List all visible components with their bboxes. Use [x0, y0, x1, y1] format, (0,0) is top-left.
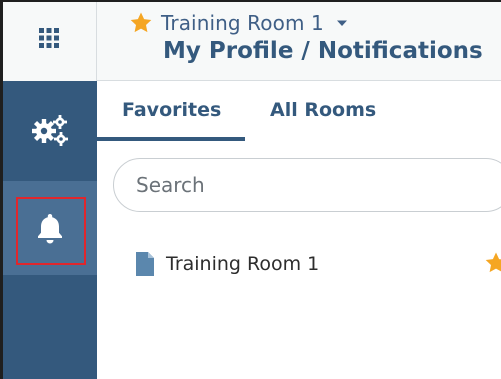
list-item[interactable]: Training Room 1	[134, 249, 319, 279]
sidebar	[3, 81, 97, 379]
favorite-star-icon[interactable]	[484, 251, 501, 275]
sidebar-item-notifications[interactable]	[3, 181, 97, 275]
apps-grid-icon	[39, 28, 59, 48]
document-icon	[136, 252, 154, 276]
header: Training Room 1 My Profile / Notificatio…	[3, 2, 501, 81]
gears-icon	[32, 115, 68, 146]
tab-bar: Favorites All Rooms	[97, 81, 501, 141]
bell-icon	[38, 214, 62, 244]
caret-down-icon	[336, 20, 347, 26]
list-item-label: Training Room 1	[166, 253, 320, 275]
tab-favorites[interactable]: Favorites	[122, 99, 221, 121]
tab-all-rooms[interactable]: All Rooms	[270, 99, 376, 121]
active-tab-indicator	[97, 137, 245, 141]
room-name: Training Room 1	[161, 11, 324, 35]
apps-menu-button[interactable]	[3, 2, 97, 81]
star-icon	[130, 12, 152, 33]
sidebar-item-settings[interactable]	[3, 97, 97, 163]
search-input[interactable]	[113, 158, 501, 212]
page-title: My Profile / Notifications	[163, 38, 483, 64]
room-selector[interactable]: Training Room 1	[129, 9, 348, 37]
